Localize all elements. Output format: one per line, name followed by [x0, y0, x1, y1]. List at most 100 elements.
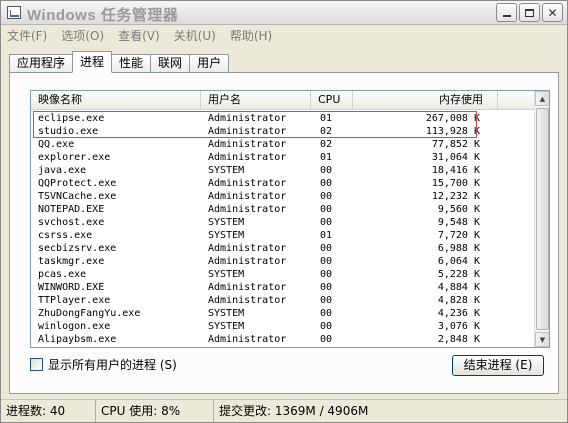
table-row[interactable]: winlogon.exe SYSTEM 00 3,076 K	[31, 320, 536, 333]
table-row[interactable]: ZhuDongFangYu.exe SYSTEM 00 4,236 K	[31, 307, 536, 320]
process-user-name: Administrator	[208, 204, 287, 215]
tab-networking[interactable]: 联网	[150, 54, 191, 73]
table-row[interactable]: java.exe SYSTEM 00 18,416 K	[31, 164, 536, 177]
menu-file[interactable]: 文件(F)	[7, 26, 47, 46]
table-row[interactable]: TSVNCache.exe Administrator 00 12,232 K	[31, 190, 536, 203]
column-cpu[interactable]: CPU	[311, 91, 353, 110]
process-image-name: TTPlayer.exe	[38, 295, 111, 306]
tab-applications[interactable]: 应用程序	[9, 54, 74, 73]
process-memory: 15,700 K	[431, 178, 480, 189]
task-manager-window: Windows 任务管理器 ✕ 文件(F) 选项(O) 查看(V) 关机(U) …	[0, 0, 568, 423]
maximize-button[interactable]	[519, 3, 540, 22]
table-row[interactable]: Alipaybsm.exe Administrator 00 2,848 K	[31, 333, 536, 346]
process-cpu: 01	[320, 152, 333, 163]
arrow-up-icon: ▲	[539, 94, 546, 103]
column-memory-usage[interactable]: 内存使用	[353, 91, 498, 110]
process-image-name: ZhuDongFangYu.exe	[38, 308, 141, 319]
process-memory: 5,228 K	[437, 269, 480, 280]
status-bar: 进程数: 40 CPU 使用: 8% 提交更改: 1369M / 4906M	[1, 399, 567, 422]
process-memory: 9,548 K	[437, 217, 480, 228]
process-user-name: Administrator	[208, 256, 287, 267]
show-all-users-label: 显示所有用户的进程 (S)	[48, 358, 177, 372]
table-row[interactable]: QQ.exe Administrator 02 77,852 K	[31, 138, 536, 151]
minimize-button[interactable]	[496, 3, 517, 22]
tab-performance[interactable]: 性能	[111, 54, 152, 73]
column-image-name[interactable]: 映像名称	[31, 91, 201, 110]
process-cpu: 00	[320, 165, 333, 176]
end-process-button[interactable]: 结束进程 (E)	[452, 355, 544, 376]
process-cpu: 00	[320, 295, 333, 306]
table-row[interactable]: TTPlayer.exe Administrator 00 4,828 K	[31, 294, 536, 307]
arrow-down-icon: ▼	[539, 335, 546, 344]
process-memory: 4,884 K	[437, 282, 480, 293]
vertical-scrollbar[interactable]: ▲ ▼	[534, 91, 549, 347]
show-all-users-checkbox[interactable]	[30, 358, 43, 371]
process-image-name: Alipaybsm.exe	[38, 334, 117, 345]
process-memory: 31,064 K	[431, 152, 480, 163]
process-image-name: secbizsrv.exe	[38, 243, 117, 254]
table-row[interactable]: explorer.exe Administrator 01 31,064 K	[31, 151, 536, 164]
process-cpu: 00	[320, 308, 333, 319]
process-memory: 3,076 K	[437, 321, 480, 332]
process-list-body: eclipse.exe Administrator 01 267,008 Kstudi…	[31, 112, 536, 346]
table-row[interactable]: WINWORD.EXE Administrator 00 4,884 K	[31, 281, 536, 294]
process-memory: 6,064 K	[437, 256, 480, 267]
status-process-count: 进程数: 40	[1, 400, 96, 422]
process-image-name: explorer.exe	[38, 152, 111, 163]
title-bar[interactable]: Windows 任务管理器 ✕	[1, 1, 567, 25]
menu-help[interactable]: 帮助(H)	[230, 26, 272, 46]
minimize-icon	[502, 14, 511, 17]
process-memory: 2,848 K	[437, 334, 480, 345]
process-cpu: 01	[320, 113, 333, 124]
process-memory: 4,828 K	[437, 295, 480, 306]
tab-users[interactable]: 用户	[189, 54, 230, 73]
menu-view[interactable]: 查看(V)	[118, 26, 160, 46]
menu-shutdown[interactable]: 关机(U)	[174, 26, 216, 46]
process-image-name: java.exe	[38, 165, 87, 176]
menu-options[interactable]: 选项(O)	[61, 26, 104, 46]
process-cpu: 00	[320, 321, 333, 332]
column-user-name[interactable]: 用户名	[201, 91, 311, 110]
process-cpu: 00	[320, 191, 333, 202]
table-row[interactable]: eclipse.exe Administrator 01 267,008 K	[31, 112, 536, 125]
process-user-name: Administrator	[208, 191, 287, 202]
process-cpu: 00	[320, 256, 333, 267]
process-user-name: Administrator	[208, 113, 287, 124]
table-row[interactable]: taskmgr.exe Administrator 00 6,064 K	[31, 255, 536, 268]
show-all-users-option[interactable]: 显示所有用户的进程 (S)	[30, 356, 177, 373]
process-user-name: Administrator	[208, 139, 287, 150]
process-memory: 18,416 K	[431, 165, 480, 176]
table-row[interactable]: QQProtect.exe Administrator 00 15,700 K	[31, 177, 536, 190]
process-user-name: SYSTEM	[208, 165, 245, 176]
process-image-name: NOTEPAD.EXE	[38, 204, 105, 215]
close-button[interactable]: ✕	[542, 3, 563, 22]
process-user-name: Administrator	[208, 295, 287, 306]
process-cpu: 00	[320, 243, 333, 254]
process-cpu: 00	[320, 204, 333, 215]
process-cpu: 00	[320, 217, 333, 228]
process-user-name: SYSTEM	[208, 217, 245, 228]
table-row[interactable]: svchost.exe SYSTEM 00 9,548 K	[31, 216, 536, 229]
table-row[interactable]: NOTEPAD.EXE Administrator 00 9,560 K	[31, 203, 536, 216]
process-memory: 113,928 K	[425, 126, 480, 137]
window-title: Windows 任务管理器	[27, 7, 179, 24]
process-user-name: Administrator	[208, 243, 287, 254]
table-row[interactable]: secbizsrv.exe Administrator 00 6,988 K	[31, 242, 536, 255]
process-memory: 7,720 K	[437, 230, 480, 241]
scroll-down-button[interactable]: ▼	[535, 332, 549, 347]
window-controls: ✕	[496, 3, 563, 22]
tab-processes[interactable]: 进程	[72, 51, 113, 73]
menu-bar: 文件(F) 选项(O) 查看(V) 关机(U) 帮助(H)	[1, 26, 567, 46]
process-memory: 267,008 K	[425, 113, 480, 124]
scroll-thumb[interactable]	[536, 108, 549, 330]
table-row[interactable]: pcas.exe SYSTEM 00 5,228 K	[31, 268, 536, 281]
table-row[interactable]: csrss.exe SYSTEM 01 7,720 K	[31, 229, 536, 242]
process-image-name: svchost.exe	[38, 217, 105, 228]
process-list[interactable]: 映像名称 用户名 CPU 内存使用 eclipse.exe Administrat…	[30, 90, 550, 348]
table-row[interactable]: studio.exe Administrator 02 113,928 K	[31, 125, 536, 138]
scroll-up-button[interactable]: ▲	[535, 91, 549, 106]
process-memory: 12,232 K	[431, 191, 480, 202]
process-user-name: Administrator	[208, 152, 287, 163]
process-memory: 9,560 K	[437, 204, 480, 215]
process-image-name: QQ.exe	[38, 139, 75, 150]
